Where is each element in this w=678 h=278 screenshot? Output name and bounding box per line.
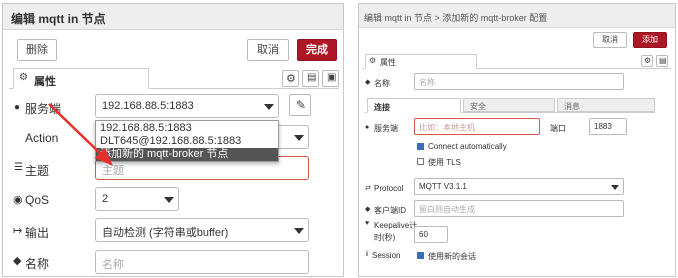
name-label: 名称 — [374, 79, 390, 88]
subtab-messages[interactable]: 消息 — [557, 98, 655, 112]
client-id-input[interactable]: 留白则自动生成 — [414, 200, 624, 217]
gear-icon: ⚙ — [369, 56, 377, 65]
right-panel-title: 编辑 mqtt in 节点 > 添加新的 mqtt-broker 配置 — [364, 13, 548, 23]
use-tls-label: 使用 TLS — [428, 158, 461, 167]
protocol-icon: ⇄ — [365, 185, 371, 192]
name-input[interactable]: 名称 — [95, 250, 309, 274]
subtab-messages-label: 消息 — [564, 102, 580, 111]
file-icon: ▤ — [307, 72, 317, 83]
tag-icon: ◆ — [13, 255, 22, 267]
description-tab-button[interactable]: ▤ — [302, 70, 319, 87]
tag-icon: ◆ — [365, 206, 371, 213]
tab-properties-label: 属性 — [34, 76, 56, 88]
qos-icon: ◉ — [13, 194, 23, 206]
gear-icon: ⚙ — [644, 56, 652, 65]
dropdown-option-server[interactable]: 192.168.88.5:1883 — [96, 122, 278, 135]
cancel-button[interactable]: 取消 — [247, 39, 289, 61]
globe-icon: ● — [14, 102, 21, 113]
info-icon: i — [366, 251, 368, 258]
use-tls-checkbox[interactable] — [417, 158, 424, 165]
qos-label: QoS — [25, 193, 50, 207]
port-input[interactable]: 1883 — [589, 118, 627, 135]
keepalive-input[interactable]: 60 — [414, 226, 448, 243]
dropdown-option-add-broker[interactable]: 添加新的 mqtt-broker 节点 — [96, 148, 278, 161]
protocol-select[interactable]: MQTT V3.1.1 — [414, 178, 624, 195]
keepalive-label: Keepalive计 — [374, 221, 418, 230]
qos-select[interactable]: 2 — [95, 187, 179, 211]
connect-automatically-label: Connect automatically — [428, 142, 507, 151]
sign-out-icon: ↦ — [13, 225, 23, 237]
chevron-down-icon — [164, 197, 174, 203]
file-icon: ▤ — [659, 56, 667, 65]
tab-properties[interactable]: ⚙ 属性 — [365, 54, 477, 69]
tasks-icon: ☰ — [14, 162, 23, 173]
protocol-value: MQTT V3.1.1 — [419, 182, 467, 191]
dropdown-option-dlt645[interactable]: DLT645@192.168.88.5:1883 — [96, 135, 278, 148]
name-input[interactable]: 名称 — [414, 73, 624, 90]
chevron-down-icon — [294, 228, 304, 234]
connect-automatically-checkbox[interactable] — [417, 143, 424, 150]
delete-button[interactable]: 删除 — [17, 39, 57, 61]
appearance-tab-button[interactable]: ▣ — [322, 70, 339, 87]
port-value: 1883 — [594, 122, 612, 131]
description-tab-button[interactable]: ▤ — [656, 55, 668, 67]
keepalive-value: 60 — [419, 230, 428, 239]
output-label: 输出 — [25, 226, 50, 240]
clean-session-checkbox[interactable] — [417, 252, 424, 259]
cancel-button[interactable]: 取消 — [593, 32, 627, 48]
name-label: 名称 — [25, 257, 50, 271]
chevron-down-icon — [264, 104, 274, 110]
left-panel-title: 编辑 mqtt in 节点 — [11, 12, 106, 26]
heart-icon: ♥ — [365, 220, 370, 227]
left-edit-panel: 编辑 mqtt in 节点 删除 取消 完成 ⚙ 属性 ⚙ ▤ ▣ ● 服务端 … — [2, 3, 344, 277]
tab-properties[interactable]: ⚙ 属性 — [13, 68, 149, 89]
name-placeholder: 名称 — [102, 259, 124, 271]
subtab-connection-label: 连接 — [374, 103, 390, 112]
tab-properties-label: 属性 — [380, 58, 396, 67]
add-button[interactable]: 添加 — [633, 32, 667, 48]
client-id-placeholder: 留白则自动生成 — [419, 205, 475, 214]
settings-tab-button[interactable]: ⚙ — [282, 70, 299, 87]
subtab-security-label: 安全 — [470, 102, 486, 111]
session-label: Session — [372, 251, 401, 260]
server-label: 服务端 — [374, 124, 398, 133]
done-button[interactable]: 完成 — [297, 39, 337, 61]
clean-session-label: 使用新的会话 — [428, 252, 476, 261]
annotation-arrow — [48, 103, 113, 166]
client-id-label: 客户端ID — [374, 206, 406, 215]
layout-icon: ▣ — [327, 72, 337, 83]
subtab-connection[interactable]: 连接 — [367, 98, 461, 113]
name-placeholder: 名称 — [419, 78, 435, 87]
qos-value: 2 — [102, 193, 109, 205]
gear-icon: ⚙ — [286, 73, 296, 85]
chevron-down-icon — [611, 185, 619, 190]
port-label: 端口 — [550, 124, 566, 133]
keepalive-label-unit: 时(秒) — [374, 233, 396, 242]
right-edit-panel: 编辑 mqtt in 节点 > 添加新的 mqtt-broker 配置 取消 添… — [358, 3, 676, 277]
chevron-down-icon — [294, 135, 304, 141]
left-panel-header: 编辑 mqtt in 节点 — [3, 4, 343, 30]
server-input[interactable]: 比如：本地主机 — [414, 118, 540, 135]
pencil-icon: ✎ — [296, 98, 307, 112]
subtab-security[interactable]: 安全 — [463, 98, 555, 112]
output-value: 自动检测 (字符串或buffer) — [102, 227, 229, 239]
edit-server-button[interactable]: ✎ — [289, 94, 311, 116]
tag-icon: ◆ — [365, 79, 371, 86]
protocol-label: Protocol — [374, 184, 404, 193]
server-placeholder: 比如：本地主机 — [419, 123, 475, 132]
output-select[interactable]: 自动检测 (字符串或buffer) — [95, 218, 309, 242]
globe-icon: ● — [365, 124, 370, 131]
settings-tab-button[interactable]: ⚙ — [641, 55, 653, 67]
right-panel-header: 编辑 mqtt in 节点 > 添加新的 mqtt-broker 配置 — [359, 4, 675, 28]
gear-icon: ⚙ — [19, 72, 28, 83]
